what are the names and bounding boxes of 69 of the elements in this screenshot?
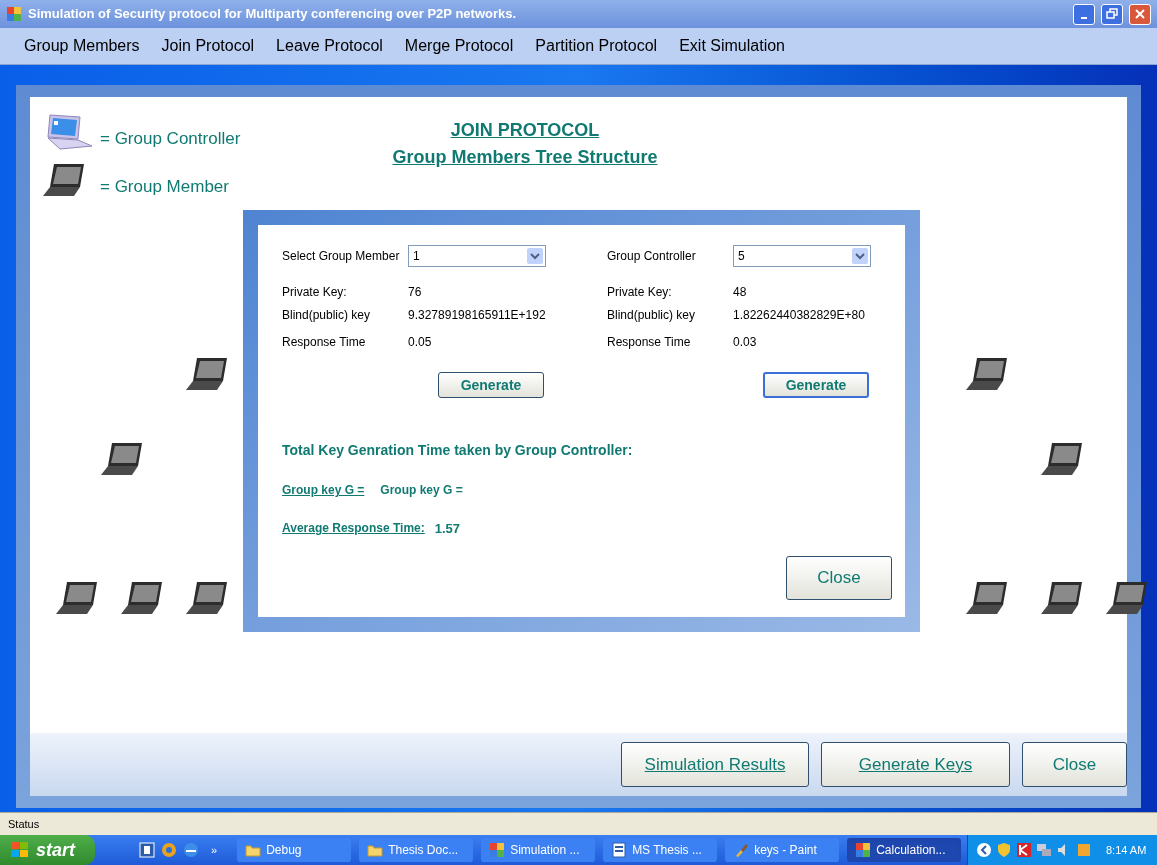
- clock: 8:14 AM: [1106, 842, 1147, 858]
- taskbar-button[interactable]: Simulation ...: [481, 838, 596, 862]
- restore-button[interactable]: [1101, 3, 1123, 25]
- field-value: 0.03: [733, 333, 757, 351]
- folder-icon: [245, 843, 262, 857]
- field-value: 1.82262440382829E+80: [733, 306, 865, 324]
- taskbar-button[interactable]: MS Thesis ...: [603, 838, 718, 862]
- chevron-down-icon: [852, 248, 868, 264]
- link-button[interactable]: Simulation Results: [621, 742, 809, 787]
- app-icon[interactable]: [139, 842, 155, 858]
- total-time-label: Total Key Genration Time taken by Group Controller:: [282, 441, 633, 460]
- menu-item[interactable]: Group Members: [24, 34, 140, 58]
- field-value: 48: [733, 283, 747, 301]
- dropdown[interactable]: 1: [408, 245, 546, 267]
- group-key-value: Group key G =: [380, 482, 463, 499]
- generate-button[interactable]: Generate: [438, 372, 544, 398]
- app-icon: [489, 842, 506, 858]
- field-label: Private Key:: [607, 283, 673, 301]
- restore-icon: [1106, 8, 1118, 20]
- field-value: 0.05: [408, 333, 432, 351]
- app-icon: [855, 842, 872, 858]
- browser-icon[interactable]: [161, 842, 177, 858]
- close-button[interactable]: Close: [786, 556, 892, 600]
- menu-item[interactable]: Join Protocol: [161, 34, 255, 58]
- close-button[interactable]: Close: [1022, 742, 1127, 787]
- field-label: Response Time: [607, 333, 692, 351]
- minimize-button[interactable]: [1073, 3, 1095, 25]
- taskbar-button[interactable]: Debug: [237, 838, 352, 862]
- menu-item[interactable]: Exit Simulation: [679, 34, 785, 58]
- dropdown[interactable]: 5: [733, 245, 871, 267]
- heading-text: JOIN PROTOCOL: [450, 119, 600, 142]
- heading-text: Group Members Tree Structure: [392, 146, 658, 169]
- antivirus-icon[interactable]: [1016, 842, 1032, 858]
- taskbar-button[interactable]: Calculation...: [847, 838, 962, 862]
- average-time-link[interactable]: Average Response Time:: [282, 519, 425, 539]
- menu-item[interactable]: Merge Protocol: [404, 34, 514, 58]
- close-button[interactable]: [1129, 3, 1151, 25]
- more-button[interactable]: »: [211, 841, 218, 859]
- app-icon: [6, 6, 22, 22]
- generate-button[interactable]: Generate: [763, 372, 869, 398]
- field-value: 9.32789198165911E+192: [408, 306, 546, 324]
- browser-icon[interactable]: [183, 842, 199, 858]
- legend-label: = Group Controller: [100, 127, 241, 150]
- field-label: Group Controller: [607, 248, 697, 265]
- document-icon: [611, 842, 628, 858]
- field-label: Select Group Member: [282, 248, 401, 265]
- chevron-down-icon: [527, 248, 543, 264]
- close-icon: [1134, 8, 1146, 20]
- taskbar-button[interactable]: Thesis Doc...: [359, 838, 474, 862]
- windows-logo-icon: [10, 841, 30, 859]
- field-value: 76: [408, 283, 422, 301]
- menu-item[interactable]: Leave Protocol: [276, 34, 383, 58]
- average-time-value: 1.57: [434, 520, 461, 538]
- window-title: Simulation of Security protocol for Multiparty conferencing over P2P networks.: [28, 5, 518, 24]
- menu-item[interactable]: Partition Protocol: [535, 34, 658, 58]
- taskbar-button[interactable]: keys - Paint: [725, 838, 840, 862]
- group-key-link[interactable]: Group key G =: [282, 481, 365, 499]
- legend-label: = Group Member: [100, 175, 229, 198]
- field-label: Private Key:: [282, 283, 348, 301]
- arrow-left-icon[interactable]: [976, 842, 992, 858]
- field-label: Blind(public) key: [607, 306, 697, 324]
- paintbrush-icon: [733, 842, 750, 858]
- minimize-icon: [1081, 17, 1087, 19]
- folder-icon: [367, 843, 384, 857]
- link-button[interactable]: Generate Keys: [821, 742, 1010, 787]
- status-text: Status: [8, 816, 40, 832]
- field-label: Response Time: [282, 333, 367, 351]
- field-label: Blind(public) key: [282, 306, 372, 324]
- start-button[interactable]: start: [0, 835, 95, 865]
